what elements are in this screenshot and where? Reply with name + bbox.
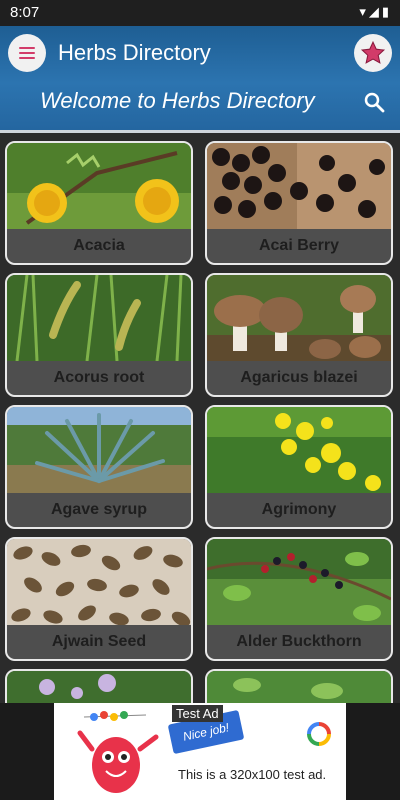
ad-text: This is a 320x100 test ad. (178, 767, 327, 782)
ad-mascot-image (77, 711, 159, 793)
herb-image (207, 143, 391, 229)
herb-name: Agrimony (261, 501, 337, 518)
herb-image (207, 539, 391, 625)
herb-image (7, 275, 191, 361)
herb-image (7, 407, 191, 493)
herb-name: Acacia (73, 237, 125, 254)
search-icon[interactable] (362, 90, 386, 114)
app-bar: Herbs Directory Welcome to Herbs Directo… (0, 26, 400, 133)
herb-card-acacia[interactable]: Acacia (5, 141, 193, 265)
herb-card-acorus-root[interactable]: Acorus root (5, 273, 193, 397)
status-icons: ▾◢▮ (359, 4, 392, 19)
status-time: 8:07 (10, 4, 40, 21)
herb-card-agrimony[interactable]: Agrimony (205, 405, 393, 529)
herb-card[interactable] (5, 669, 193, 703)
herb-image (7, 671, 191, 703)
herb-card-ajwain-seed[interactable]: Ajwain Seed (5, 537, 193, 661)
star-icon (360, 40, 386, 64)
herb-name: Agaricus blazei (240, 369, 358, 386)
app-title: Herbs Directory (58, 40, 211, 65)
herb-image (7, 539, 191, 625)
welcome-text: Welcome to Herbs Directory (40, 88, 315, 113)
herb-image (207, 275, 391, 361)
test-ad-badge: Test Ad (172, 705, 223, 722)
herb-image (7, 143, 191, 229)
herb-card-agaricus-blazei[interactable]: Agaricus blazei (205, 273, 393, 397)
herb-image (207, 407, 391, 493)
herb-card-alder-buckthorn[interactable]: Alder Buckthorn (205, 537, 393, 661)
herb-image (207, 671, 391, 703)
herb-name: Acorus root (53, 369, 145, 386)
ad-logo-icon (307, 722, 331, 746)
herb-name: Agave syrup (50, 501, 148, 518)
herb-name: Acai Berry (258, 237, 340, 254)
favorites-button[interactable] (354, 34, 392, 72)
ad-content[interactable]: Nice job! Test Ad This is a 320x100 test… (54, 703, 346, 800)
herb-card-agave-syrup[interactable]: Agave syrup (5, 405, 193, 529)
menu-button[interactable] (8, 34, 46, 72)
herb-grid: Acacia Acai Berry Acorus root Agaricus b… (0, 133, 400, 703)
ad-banner[interactable]: Nice job! Test Ad This is a 320x100 test… (0, 703, 400, 800)
hamburger-icon (19, 47, 35, 59)
herb-card[interactable] (205, 669, 393, 703)
herb-card-acai-berry[interactable]: Acai Berry (205, 141, 393, 265)
status-bar: 8:07 ▾◢▮ (0, 0, 400, 26)
herb-name: Ajwain Seed (51, 633, 147, 650)
herb-name: Alder Buckthorn (236, 633, 362, 650)
